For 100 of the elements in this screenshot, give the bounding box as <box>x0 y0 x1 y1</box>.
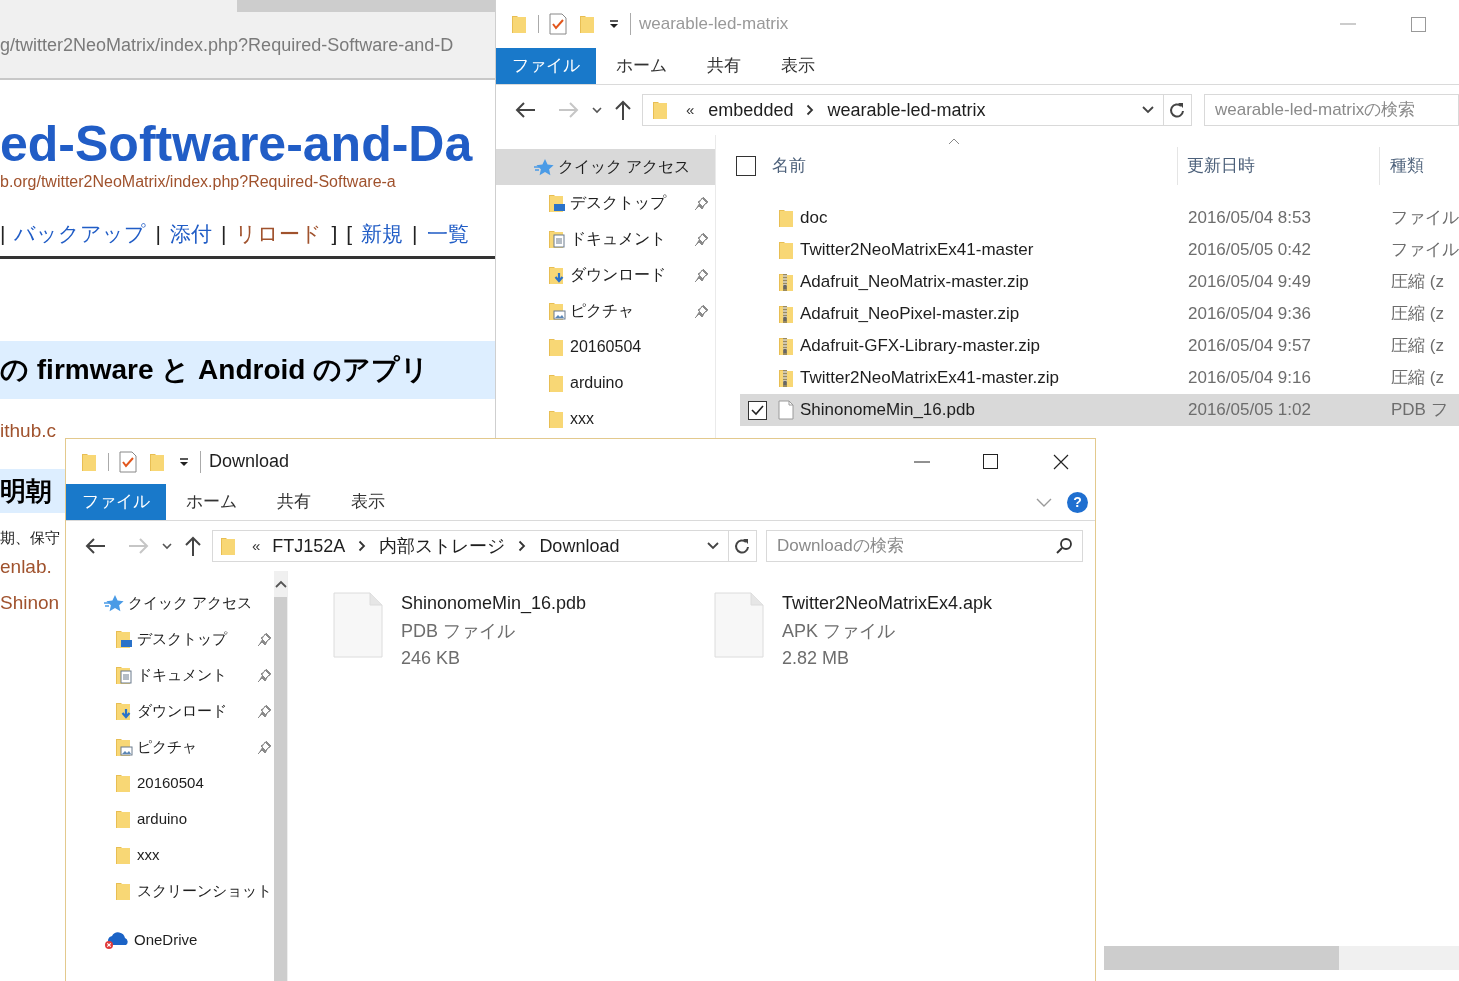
folder-icon <box>80 451 99 472</box>
link[interactable]: enlab. <box>0 552 52 581</box>
chevron-down-icon[interactable] <box>162 542 172 550</box>
overflow-chevron[interactable]: « <box>686 98 695 122</box>
nav-item[interactable]: デスクトップ <box>496 185 715 221</box>
nav-item[interactable]: デスクトップ <box>66 621 274 657</box>
nav-item[interactable]: OneDrive <box>66 922 274 958</box>
help-button[interactable]: ? <box>1067 491 1088 513</box>
nav-item[interactable]: xxx <box>66 837 274 873</box>
nav-item[interactable]: xxx <box>496 401 715 437</box>
page-url[interactable]: b.org/twitter2NeoMatrix/index.php?Required-Software-a <box>0 170 396 194</box>
folder-icon <box>114 809 133 829</box>
file-size: 246 KB <box>401 647 462 670</box>
chevron-right-icon[interactable] <box>518 540 527 552</box>
nav-link[interactable]: バックアップ <box>14 218 147 250</box>
breadcrumb[interactable]: FTJ152A <box>272 532 346 560</box>
up-arrow-icon[interactable] <box>614 99 632 121</box>
modified-date: 2016/05/04 9:36 <box>1188 303 1312 326</box>
nav-link[interactable]: 一覧 <box>426 218 469 250</box>
column-header[interactable]: 更新日時 <box>1187 153 1379 179</box>
ribbon-tab[interactable]: 表示 <box>761 48 835 84</box>
file-row[interactable]: doc 2016/05/04 8:53 ファイル <box>740 202 1459 234</box>
nav-link[interactable]: 新規 <box>361 218 404 250</box>
back-arrow-icon[interactable] <box>84 537 106 555</box>
chevron-down-icon[interactable] <box>707 542 719 550</box>
refresh-icon[interactable] <box>734 537 751 555</box>
ribbon-tab[interactable]: 共有 <box>687 48 761 84</box>
chevron-down-icon[interactable] <box>592 106 602 114</box>
properties-icon[interactable] <box>548 13 568 35</box>
link[interactable]: ithub.c <box>0 416 56 445</box>
file-name: Adafruit_NeoPixel-master.zip <box>800 303 1021 326</box>
file-row[interactable]: Adafruit_NeoPixel-master.zip 2016/05/04 9:36 圧縮 (z <box>740 298 1459 330</box>
checkbox[interactable] <box>736 156 756 176</box>
checkbox[interactable] <box>747 400 767 420</box>
column-header[interactable]: 種類 <box>1390 153 1424 179</box>
file-row[interactable]: Twitter2NeoMatrixEx41-master.zip 2016/05/04 9:16 圧縮 (z <box>740 362 1459 394</box>
address-bar[interactable]: « embedded wearable-led-matrix <box>642 94 1192 126</box>
scroll-up-icon[interactable] <box>274 580 287 588</box>
breadcrumb[interactable]: Download <box>539 532 620 560</box>
nav-link[interactable]: リロード <box>235 218 323 250</box>
ribbon-tab[interactable]: ホーム <box>596 48 687 84</box>
nav-item[interactable]: ダウンロード <box>496 257 715 293</box>
separator: | <box>0 221 6 247</box>
nav-item[interactable]: ドキュメント <box>496 221 715 257</box>
chevron-down-icon[interactable] <box>1142 106 1154 114</box>
search-icon[interactable] <box>1056 537 1073 554</box>
nav-link[interactable]: 添付 <box>169 218 212 250</box>
file-row[interactable]: Twitter2NeoMatrixEx41-master 2016/05/05 0:42 ファイル <box>740 234 1459 266</box>
chevron-right-icon[interactable] <box>358 540 367 552</box>
refresh-icon[interactable] <box>1169 101 1186 119</box>
search-field[interactable]: Downloadの検索 <box>766 530 1083 562</box>
nav-item[interactable]: arduino <box>66 801 274 837</box>
nav-item[interactable]: ダウンロード <box>66 693 274 729</box>
nav-item[interactable]: ピクチャ <box>496 293 715 329</box>
ribbon-tab[interactable]: ホーム <box>166 484 257 520</box>
file-name: Twitter2NeoMatrixEx41-master.zip <box>800 367 1060 390</box>
dropdown-icon[interactable] <box>609 19 619 29</box>
vertical-scrollbar[interactable] <box>274 571 287 981</box>
file-row[interactable]: ShinonomeMin_16.pdb 2016/05/05 1:02 PDB フ <box>740 394 1459 426</box>
column-header[interactable]: 名前 <box>772 153 1177 179</box>
ribbon-tab[interactable]: ファイル <box>496 48 596 84</box>
horizontal-scrollbar[interactable] <box>1104 946 1459 970</box>
chevron-right-icon[interactable] <box>806 104 815 116</box>
properties-icon[interactable] <box>118 450 138 473</box>
dropdown-icon[interactable] <box>179 456 189 467</box>
nav-item[interactable]: スクリーンショット <box>66 873 274 909</box>
ribbon-tab[interactable]: ファイル <box>66 484 166 520</box>
file-row[interactable]: Adafruit_NeoMatrix-master.zip 2016/05/04 9:49 圧縮 (z <box>740 266 1459 298</box>
file-tile[interactable]: Twitter2NeoMatrixEx4.apk APK ファイル 2.82 MB <box>714 592 1095 673</box>
address-bar[interactable]: « FTJ152A 内部ストレージ Download <box>212 530 757 562</box>
close-icon[interactable] <box>1053 453 1069 470</box>
nav-item[interactable]: クイック アクセス <box>66 585 274 621</box>
search-field[interactable]: wearable-led-matrixの検索 <box>1204 94 1459 126</box>
link[interactable]: Shinon <box>0 589 60 618</box>
nav-item[interactable]: 20160504 <box>66 765 274 801</box>
breadcrumb[interactable]: 内部ストレージ <box>379 532 506 560</box>
nav-item[interactable]: arduino <box>496 365 715 401</box>
documents-folder-icon <box>547 229 566 249</box>
ribbon-tab[interactable]: 表示 <box>331 484 405 520</box>
maximize-icon[interactable] <box>983 454 998 469</box>
breadcrumb[interactable]: embedded <box>708 96 794 124</box>
ribbon-tab[interactable]: 共有 <box>257 484 331 520</box>
breadcrumb[interactable]: wearable-led-matrix <box>827 96 986 124</box>
folder-icon <box>651 100 670 120</box>
file-tile[interactable]: ShinonomeMin_16.pdb PDB ファイル 246 KB <box>333 592 714 673</box>
nav-item[interactable]: ドキュメント <box>66 657 274 693</box>
file-name: Twitter2NeoMatrixEx4.apk <box>782 592 993 615</box>
nav-item[interactable]: 20160504 <box>496 329 715 365</box>
sort-caret-icon[interactable] <box>948 138 960 145</box>
back-arrow-icon[interactable] <box>514 101 536 119</box>
file-icon <box>778 400 794 420</box>
nav-item[interactable]: ピクチャ <box>66 729 274 765</box>
overflow-chevron[interactable]: « <box>252 534 261 558</box>
nav-item[interactable]: クイック アクセス <box>496 149 715 185</box>
separator: | <box>155 221 161 247</box>
star-icon <box>104 593 124 613</box>
minimize-icon[interactable] <box>914 460 930 463</box>
up-arrow-icon[interactable] <box>184 535 202 557</box>
address-bar[interactable]: g/twitter2NeoMatrix/index.php?Required-Software-and-D <box>0 12 495 80</box>
file-row[interactable]: Adafruit-GFX-Library-master.zip 2016/05/04 9:57 圧縮 (z <box>740 330 1459 362</box>
